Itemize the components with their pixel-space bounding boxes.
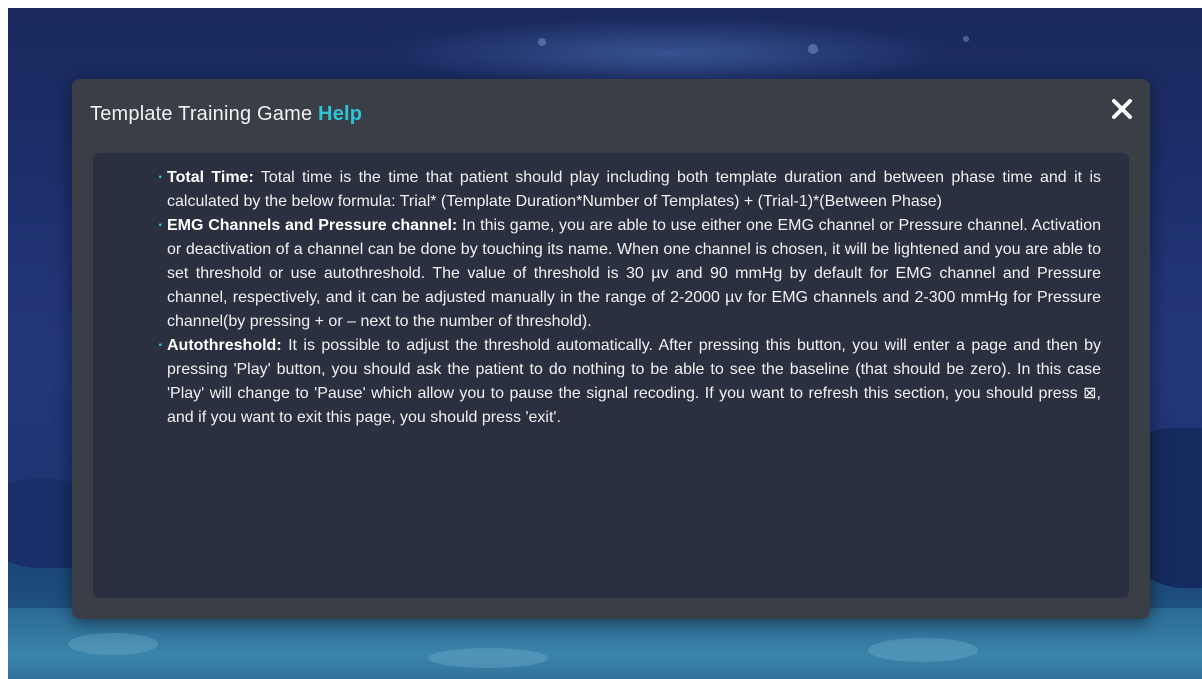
background-stone: [68, 633, 158, 655]
bullet-dot-icon: ·: [158, 169, 164, 186]
help-list: · Total Time: Total time is the time that…: [93, 153, 1129, 430]
help-item-text: It is possible to adjust the threshold a…: [167, 337, 1101, 426]
help-item-total-time: · Total Time: Total time is the time that…: [158, 166, 1102, 214]
help-item-term: EMG Channels and Pressure channel:: [167, 217, 458, 234]
background-bubble: [963, 36, 969, 42]
help-content-panel[interactable]: · Total Time: Total time is the time that…: [93, 153, 1129, 598]
close-x-icon: [1112, 99, 1132, 119]
background-bubble: [538, 38, 546, 46]
background-light-glow: [388, 18, 948, 88]
help-item-term: Autothreshold:: [167, 337, 282, 354]
help-item-text: Total time is the time that patient shou…: [167, 169, 1102, 210]
close-button[interactable]: [1108, 95, 1136, 123]
bullet-dot-icon: ·: [158, 217, 164, 234]
dialog-title-accent: Help: [318, 103, 363, 125]
background-stone: [868, 638, 978, 662]
help-item-term: Total Time:: [167, 169, 254, 186]
dialog-title: Template Training Game Help: [90, 103, 362, 126]
background-bubble: [808, 44, 818, 54]
dialog-title-main: Template Training Game: [90, 103, 313, 125]
help-item-emg-channels: · EMG Channels and Pressure channel: In t…: [158, 214, 1101, 334]
help-item-autothreshold: · Autothreshold: It is possible to adjust…: [158, 334, 1101, 430]
background-stone: [428, 648, 548, 668]
help-dialog: Template Training Game Help · Total Time:…: [72, 79, 1150, 619]
bullet-dot-icon: ·: [158, 337, 164, 354]
